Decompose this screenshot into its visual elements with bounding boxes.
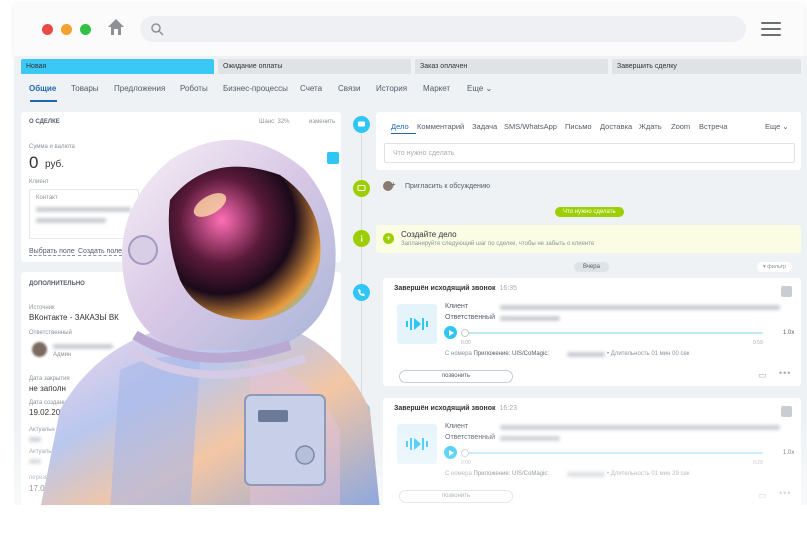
audio-knob[interactable] xyxy=(461,449,469,457)
tab-offers[interactable]: Предложения xyxy=(114,84,165,93)
create-task-card[interactable]: + Создайте дело Запланируйте следующий ш… xyxy=(376,225,801,253)
comment-icon[interactable]: ▭ xyxy=(758,490,768,501)
todo-pill: Что нужно сделать xyxy=(555,207,624,217)
create-task-title: Создайте дело xyxy=(401,230,457,239)
activity-tab-task[interactable]: Дело xyxy=(391,122,409,131)
invite-discussion-link[interactable]: Пригласить к обсуждению xyxy=(405,183,490,190)
activity-tab-more[interactable]: Еще ⌄ xyxy=(765,122,789,131)
play-button[interactable] xyxy=(444,326,457,339)
tab-history[interactable]: История xyxy=(376,84,407,93)
comment-icon[interactable]: ▭ xyxy=(758,370,768,381)
audio-player-icon[interactable] xyxy=(397,304,437,344)
tab-invoices[interactable]: Счета xyxy=(300,84,322,93)
address-bar[interactable] xyxy=(140,16,746,42)
date-separator: Вчера xyxy=(574,262,609,272)
call-title: Завершён исходящий звонок 16:23 xyxy=(394,405,518,412)
audio-knob[interactable] xyxy=(461,329,469,337)
call-button[interactable]: позвонить xyxy=(399,370,513,383)
responsible-name-blurred xyxy=(500,316,560,321)
speed-control[interactable]: 1.0x xyxy=(783,450,794,456)
stage-order-paid[interactable]: Заказ оплачен xyxy=(415,59,608,74)
sum-value: 0 xyxy=(29,153,39,172)
audio-player-icon[interactable] xyxy=(397,424,437,464)
more-icon[interactable]: ••• xyxy=(779,368,791,378)
phone-blurred xyxy=(567,352,605,357)
time-start: 0:00 xyxy=(461,460,471,466)
activity-tab-zoom[interactable]: Zoom xyxy=(671,122,690,131)
activity-tab-email[interactable]: Письмо xyxy=(565,122,592,131)
stage-awaiting-payment[interactable]: Ожидание оплаты xyxy=(218,59,411,74)
speed-control[interactable]: 1.0x xyxy=(783,330,794,336)
add-icon[interactable]: + xyxy=(383,233,394,244)
call-duration: • Длительность 01 мин 29 сек xyxy=(607,471,690,477)
phone-blurred xyxy=(567,472,605,477)
time-end: 0:29 xyxy=(753,460,763,466)
activity-tab-wait[interactable]: Ждать xyxy=(639,122,662,131)
audio-track[interactable] xyxy=(461,332,763,334)
stage-complete-deal[interactable]: Завершить сделку xyxy=(612,59,801,74)
play-button[interactable] xyxy=(444,446,457,459)
time-end: 0:59 xyxy=(753,340,763,346)
activity-tab-comment[interactable]: Комментарий xyxy=(417,122,464,131)
call-card: Завершён исходящий звонок 16:35 Клиент От… xyxy=(383,278,801,386)
close-window-dot[interactable] xyxy=(42,24,53,35)
call-info: С номера Приложение: UIS/CoMagic: xyxy=(445,471,550,477)
call-title: Завершён исходящий звонок 16:35 xyxy=(394,285,518,292)
search-icon xyxy=(151,23,164,36)
add-participant-icon[interactable]: + xyxy=(391,180,396,189)
activity-tab-todo[interactable]: Задача xyxy=(472,122,497,131)
menu-icon[interactable] xyxy=(761,22,781,38)
tab-general[interactable]: Общие xyxy=(29,84,56,93)
tab-products[interactable]: Товары xyxy=(71,84,99,93)
call-duration: • Длительность 01 мин 00 сек xyxy=(607,351,690,357)
activity-tab-meeting[interactable]: Встреча xyxy=(699,122,727,131)
activity-tab-sms[interactable]: SMS/WhatsApp xyxy=(504,122,557,131)
call-card: Завершён исходящий звонок 16:23 Клиент От… xyxy=(383,398,801,506)
screenshot: Новая Ожидание оплаты Заказ оплачен Заве… xyxy=(0,0,807,541)
todo-input[interactable]: Что нужно сделать xyxy=(384,143,795,163)
tab-business-processes[interactable]: Бизнес-процессы xyxy=(223,84,288,93)
create-task-subtitle: Запланируйте следующий шаг по сделке, чт… xyxy=(401,241,595,247)
client-label: Клиент xyxy=(445,423,469,430)
audio-track[interactable] xyxy=(461,452,763,454)
tab-robots[interactable]: Роботы xyxy=(180,84,208,93)
tab-links[interactable]: Связи xyxy=(338,84,360,93)
responsible-label: Ответственный xyxy=(445,314,495,321)
active-tab-underline xyxy=(30,100,57,102)
filter-button[interactable]: ▾ фильтр xyxy=(757,262,793,272)
tab-more[interactable]: Еще ⌄ xyxy=(467,84,492,93)
call-type-icon xyxy=(781,286,792,297)
client-name-blurred xyxy=(500,425,780,430)
time-start: 0:00 xyxy=(461,340,471,346)
call-type-icon xyxy=(781,406,792,417)
stage-new[interactable]: Новая xyxy=(21,59,214,74)
activity-tab-delivery[interactable]: Доставка xyxy=(600,122,632,131)
browser-toolbar xyxy=(14,2,804,56)
call-button[interactable]: позвонить xyxy=(399,490,513,503)
page-bottom xyxy=(0,505,807,541)
responsible-name-blurred xyxy=(500,436,560,441)
tab-market[interactable]: Маркет xyxy=(423,84,450,93)
deal-stage-bar: Новая Ожидание оплаты Заказ оплачен Заве… xyxy=(21,59,801,74)
call-info: С номера Приложение: UIS/CoMagic: xyxy=(445,351,550,357)
astronaut-illustration xyxy=(40,139,380,510)
active-activity-underline xyxy=(391,133,416,134)
home-icon[interactable] xyxy=(106,17,126,37)
maximize-window-dot[interactable] xyxy=(80,24,91,35)
responsible-label: Ответственный xyxy=(445,434,495,441)
client-label: Клиент xyxy=(445,303,469,310)
more-icon[interactable]: ••• xyxy=(779,488,791,498)
minimize-window-dot[interactable] xyxy=(61,24,72,35)
client-name-blurred xyxy=(500,305,780,310)
